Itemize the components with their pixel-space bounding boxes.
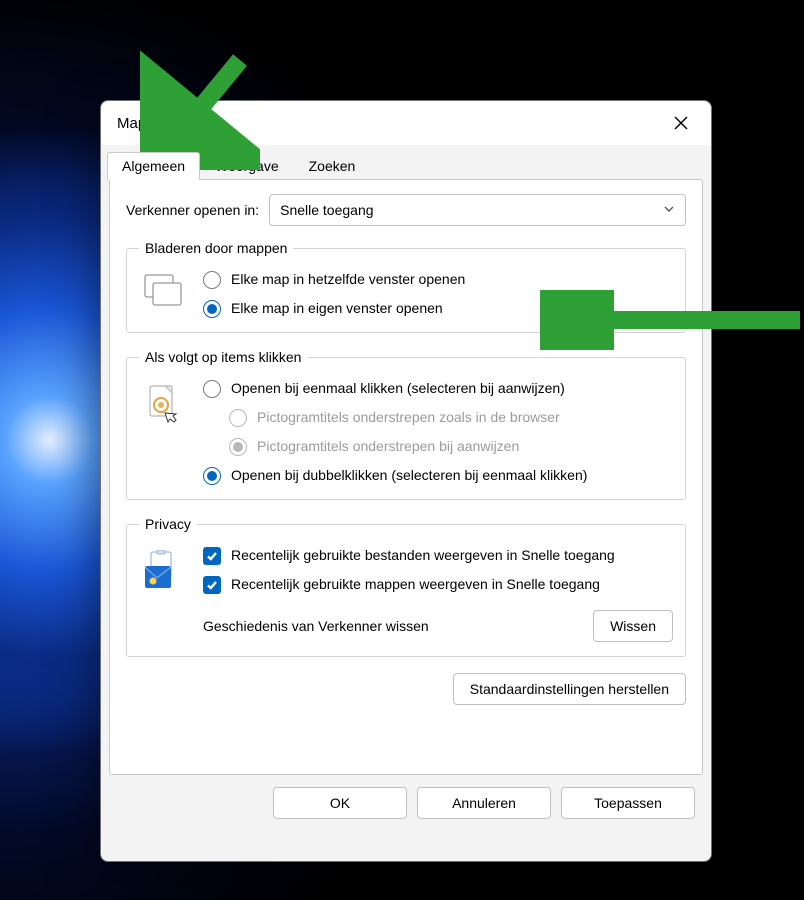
radio-underline-point: Pictogramtitels onderstrepen bij aanwijz… [229,437,673,456]
radio-icon [229,438,247,456]
browse-legend: Bladeren door mappen [139,240,293,256]
checkbox-icon [203,547,221,565]
close-icon [674,116,688,130]
titlebar: Mapopties [101,101,711,145]
browse-folders-group: Bladeren door mappen Elke map in hetzelf… [126,240,686,333]
folder-options-dialog: Mapopties Algemeen Weergave Zoeken Verke… [100,100,712,862]
radio-icon [203,380,221,398]
privacy-legend: Privacy [139,516,197,532]
cancel-button[interactable]: Annuleren [417,787,551,819]
click-items-group: Als volgt op items klikken Openen bij ee… [126,349,686,500]
clear-history-label: Geschiedenis van Verkenner wissen [203,618,429,634]
tab-panel-general: Verkenner openen in: Snelle toegang Blad… [109,179,703,775]
checkbox-icon [203,576,221,594]
check-recent-folders[interactable]: Recentelijk gebruikte mappen weergeven i… [203,575,673,594]
radio-icon [203,300,221,318]
privacy-group: Privacy Recentelijk gebruikte bestanden … [126,516,686,657]
clear-history-button[interactable]: Wissen [593,610,673,642]
close-button[interactable] [661,107,701,139]
restore-defaults-button[interactable]: Standaardinstellingen herstellen [453,673,686,705]
click-legend: Als volgt op items klikken [139,349,307,365]
browse-icon-area [139,270,189,318]
radio-same-window[interactable]: Elke map in hetzelfde venster openen [203,270,673,289]
click-document-icon [145,383,183,425]
radio-icon [203,271,221,289]
tab-general[interactable]: Algemeen [107,152,200,180]
radio-double-click[interactable]: Openen bij dubbelklikken (selecteren bij… [203,466,673,485]
open-explorer-in-dropdown[interactable]: Snelle toegang [269,194,686,226]
clear-history-row: Geschiedenis van Verkenner wissen Wissen [203,610,673,642]
windows-stack-icon [144,274,184,306]
tab-strip: Algemeen Weergave Zoeken [101,149,711,179]
dialog-footer: OK Annuleren Toepassen [101,783,711,833]
check-recent-files[interactable]: Recentelijk gebruikte bestanden weergeve… [203,546,673,565]
radio-underline-browser: Pictogramtitels onderstrepen zoals in de… [229,408,673,427]
tab-view[interactable]: Weergave [200,152,294,180]
recent-items-icon [143,550,185,590]
radio-own-window[interactable]: Elke map in eigen venster openen [203,299,673,318]
radio-icon [203,467,221,485]
click-icon-area [139,379,189,485]
dropdown-value: Snelle toegang [280,202,373,218]
radio-icon [229,409,247,427]
open-explorer-in-label: Verkenner openen in: [126,202,259,218]
window-title: Mapopties [117,115,186,132]
privacy-icon-area [139,546,189,642]
apply-button[interactable]: Toepassen [561,787,695,819]
chevron-down-icon [663,202,675,218]
tab-search[interactable]: Zoeken [294,152,371,180]
open-explorer-in-row: Verkenner openen in: Snelle toegang [126,194,686,226]
restore-defaults-row: Standaardinstellingen herstellen [126,673,686,705]
radio-single-click[interactable]: Openen bij eenmaal klikken (selecteren b… [203,379,673,398]
ok-button[interactable]: OK [273,787,407,819]
